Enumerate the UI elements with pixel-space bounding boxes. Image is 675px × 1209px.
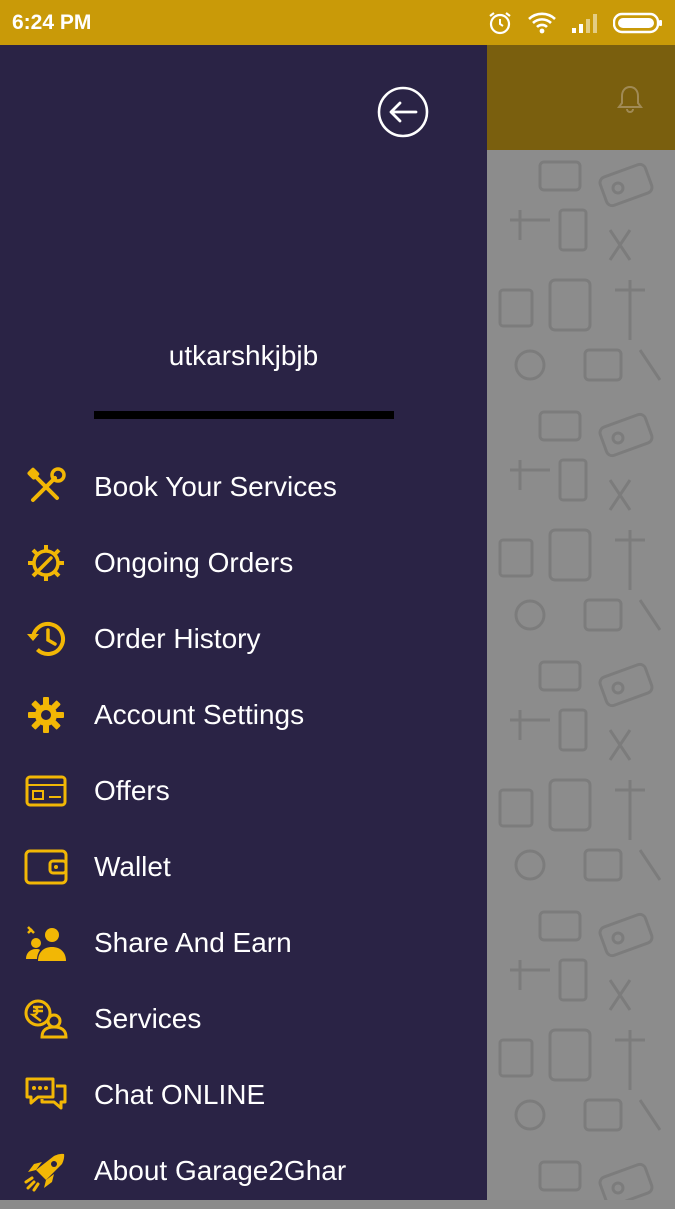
share-earn-icon — [24, 922, 68, 964]
menu-label: Book Your Services — [94, 471, 337, 502]
menu-label: Order History — [94, 623, 261, 654]
menu-label: Ongoing Orders — [94, 547, 294, 578]
menu-item-ongoing-orders[interactable]: Ongoing Orders — [0, 525, 487, 601]
chat-icon — [24, 1074, 68, 1116]
status-time: 6:24 PM — [12, 11, 92, 34]
status-icons — [487, 9, 663, 37]
menu-item-wallet[interactable]: Wallet — [0, 829, 487, 905]
navigation-drawer: utkarshkjbjb Book Your Services Ongoing … — [0, 45, 487, 1200]
menu-item-services[interactable]: Services — [0, 981, 487, 1057]
alarm-icon — [487, 10, 513, 36]
menu-label: Services — [94, 1003, 202, 1034]
menu-item-account-settings[interactable]: Account Settings — [0, 677, 487, 753]
wallet-icon — [24, 846, 68, 888]
battery-icon — [613, 12, 663, 34]
close-drawer-button[interactable] — [376, 85, 430, 139]
wifi-icon — [527, 11, 557, 35]
menu-item-about[interactable]: About Garage2Ghar — [0, 1133, 487, 1209]
offer-card-icon — [24, 770, 68, 812]
divider — [94, 411, 394, 419]
menu-label: Offers — [94, 775, 170, 806]
menu-label: Wallet — [94, 851, 171, 882]
tools-icon — [24, 466, 68, 508]
menu-label: Chat ONLINE — [94, 1079, 266, 1110]
back-arrow-icon — [376, 86, 430, 143]
rocket-icon — [24, 1150, 68, 1192]
status-bar: 6:24 PM — [0, 0, 675, 45]
menu-item-chat-online[interactable]: Chat ONLINE — [0, 1057, 487, 1133]
bell-icon[interactable] — [614, 83, 646, 120]
menu-label: About Garage2Ghar — [94, 1155, 347, 1186]
history-icon — [24, 618, 68, 660]
menu-item-share-earn[interactable]: Share And Earn — [0, 905, 487, 981]
menu-label: Account Settings — [94, 699, 305, 730]
menu-item-offers[interactable]: Offers — [0, 753, 487, 829]
gear-wrench-icon — [24, 542, 68, 584]
menu-item-order-history[interactable]: Order History — [0, 601, 487, 677]
username: utkarshkjbjb — [168, 340, 319, 371]
settings-icon — [24, 694, 68, 736]
signal-icon — [571, 12, 599, 34]
drawer-menu: Book Your Services Ongoing Orders Order … — [0, 449, 487, 1209]
menu-label: Share And Earn — [94, 927, 292, 958]
rupee-person-icon — [24, 998, 68, 1040]
menu-item-book-services[interactable]: Book Your Services — [0, 449, 487, 525]
